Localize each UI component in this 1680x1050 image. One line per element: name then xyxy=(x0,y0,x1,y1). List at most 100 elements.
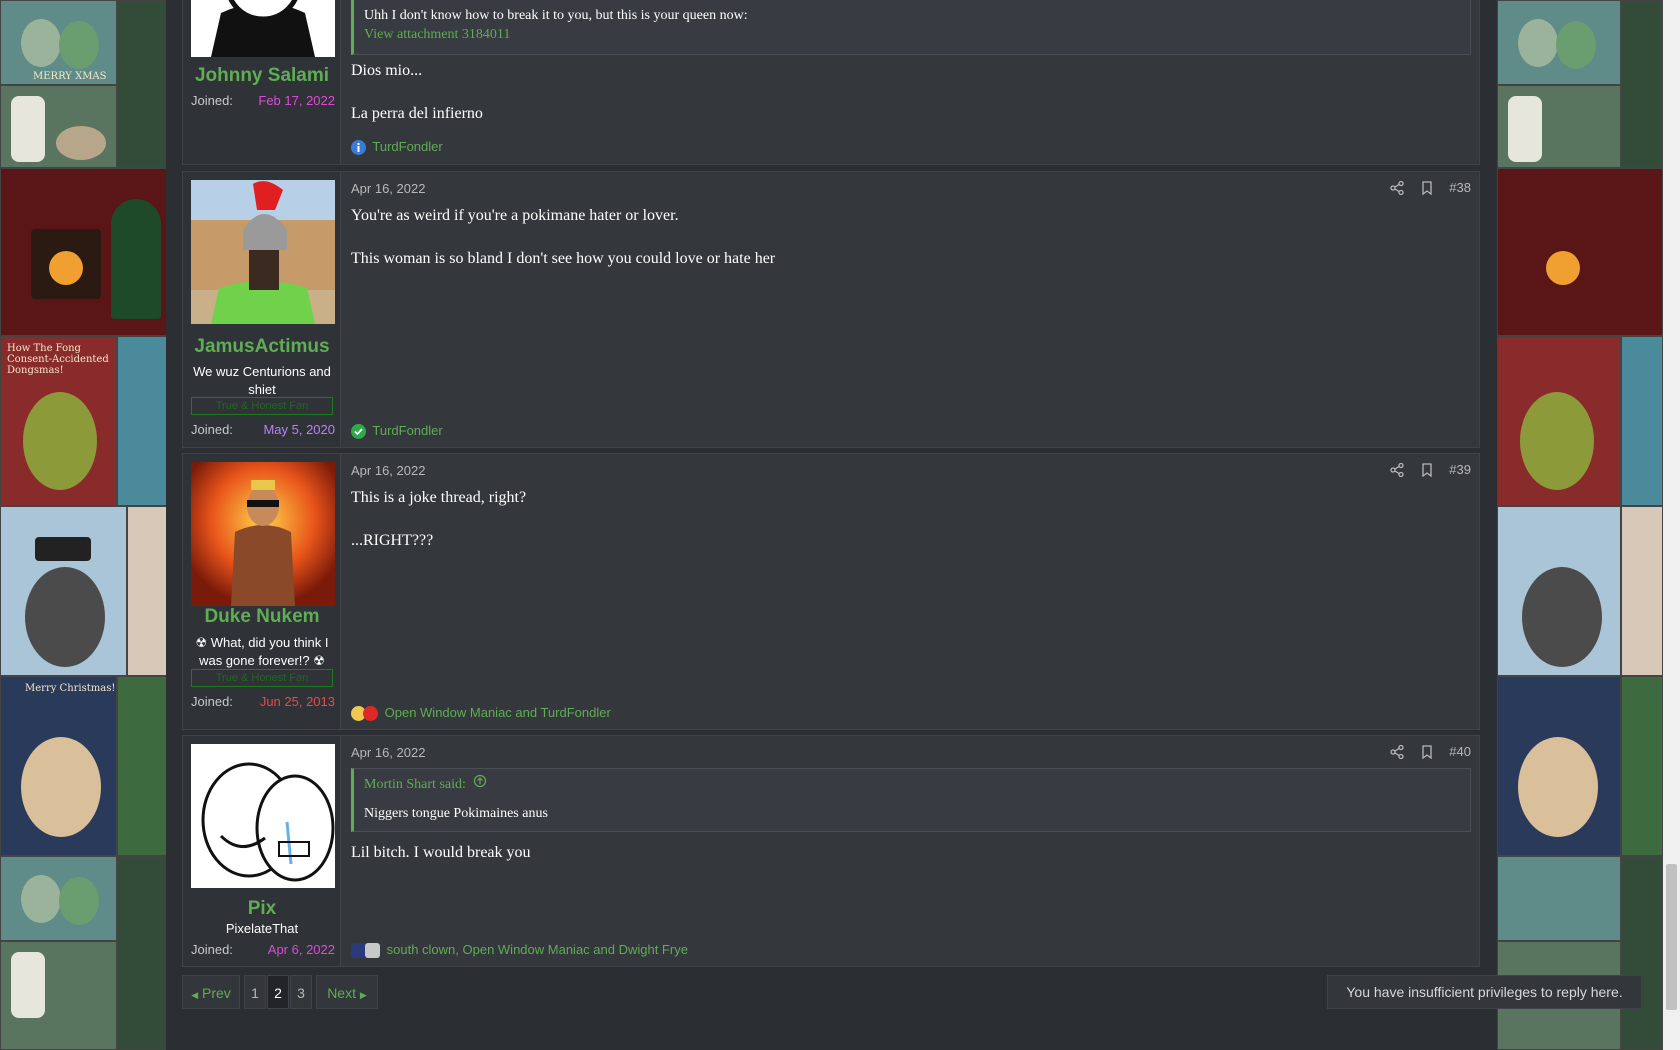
grinch-card-image xyxy=(1497,336,1621,506)
xmas-card-image xyxy=(1621,336,1663,506)
xmas-card-image xyxy=(0,856,117,941)
post-date[interactable]: Apr 16, 2022 xyxy=(351,745,425,760)
joined-label: Joined: xyxy=(191,93,233,108)
xmas-card-image xyxy=(1621,676,1663,856)
fireplace-card-image xyxy=(0,168,170,336)
post-actions: #39 xyxy=(1378,461,1471,477)
user-banner: True & Honest Fan xyxy=(191,669,333,687)
informative-reaction-icon xyxy=(351,140,366,156)
xmas-card-image xyxy=(1497,856,1621,941)
snowman-card-image xyxy=(0,506,127,676)
joined-label: Joined: xyxy=(191,422,233,437)
reaction-users[interactable]: TurdFondler xyxy=(372,139,442,154)
share-icon[interactable] xyxy=(1390,462,1404,477)
post-39: Duke Nukem ☢ What, did you think I was g… xyxy=(182,453,1480,730)
caret-right-icon: ▶ xyxy=(359,990,367,1000)
post-johnny-salami: Johnny Salami Joined: Feb 17, 2022 Uhh I… xyxy=(182,0,1480,165)
xmas-card-image xyxy=(1621,0,1663,168)
page-3[interactable]: 3 xyxy=(290,975,312,1009)
quote-text: Niggers tongue Pokimaines anus xyxy=(364,806,548,821)
snowman-card-image xyxy=(1497,506,1621,676)
fireplace-card-image xyxy=(1497,168,1663,336)
reactions-bar[interactable]: Open Window Maniac and TurdFondler xyxy=(351,705,611,722)
username[interactable]: Pix xyxy=(183,898,341,920)
post-body: This is a joke thread, right? ...RIGHT??… xyxy=(351,488,1469,574)
quote-author[interactable]: Mortin Shart said: xyxy=(364,777,466,792)
avatar[interactable] xyxy=(191,180,335,324)
user-title: ☢ What, did you think I was gone forever… xyxy=(195,635,329,668)
joined-label: Joined: xyxy=(191,694,233,709)
post-actions: #40 xyxy=(1378,743,1471,759)
reaction-users[interactable]: TurdFondler xyxy=(372,423,442,438)
post-number[interactable]: #38 xyxy=(1449,180,1471,195)
quote-text: Uhh I don't know how to break it to you,… xyxy=(364,8,748,23)
scrollbar-thumb[interactable] xyxy=(1666,864,1677,1010)
post-date[interactable]: Apr 16, 2022 xyxy=(351,181,425,196)
share-icon[interactable] xyxy=(1390,744,1404,759)
quote-block: Uhh I don't know how to break it to you,… xyxy=(351,0,1471,55)
share-icon[interactable] xyxy=(1390,180,1404,195)
xmas-card-image xyxy=(117,0,170,168)
xmas-card-image: MERRY XMAS xyxy=(0,0,117,85)
joined-label: Joined: xyxy=(191,942,233,957)
avatar[interactable] xyxy=(191,462,335,606)
reactions-bar[interactable]: TurdFondler xyxy=(351,139,443,156)
username[interactable]: Johnny Salami xyxy=(183,65,341,87)
page-scrollbar[interactable] xyxy=(1663,0,1680,1050)
xmas-card-image: Merry Christmas! xyxy=(0,676,117,856)
user-title: PixelateThat xyxy=(225,921,299,936)
heart-reaction-icon xyxy=(363,706,378,722)
joined-date: Apr 6, 2022 xyxy=(267,942,335,957)
arrow-up-circle-icon[interactable] xyxy=(473,769,487,801)
background-art-left: MERRY XMAS How The Fong Consent-Accident… xyxy=(0,0,170,1050)
xmas-card-image xyxy=(1621,856,1663,1050)
post-actions: #38 xyxy=(1378,179,1471,195)
joined-date: May 5, 2020 xyxy=(263,422,335,437)
milk-card-image xyxy=(0,941,117,1050)
reaction-icon xyxy=(365,943,380,959)
next-page-button[interactable]: Next ▶ xyxy=(316,975,378,1009)
bookmark-icon[interactable] xyxy=(1420,744,1434,759)
reaction-users[interactable]: Open Window Maniac and TurdFondler xyxy=(385,705,611,720)
xmas-card-image xyxy=(1497,0,1621,85)
xmas-card-image xyxy=(1497,676,1621,856)
user-title: We wuz Centurions and shiet xyxy=(193,364,331,397)
post-paragraph: You're as weird if you're a pokimane hat… xyxy=(351,207,679,224)
page-1[interactable]: 1 xyxy=(244,975,266,1009)
reactions-bar[interactable]: south clown, Open Window Maniac and Dwig… xyxy=(351,942,688,959)
xmas-card-image xyxy=(1621,506,1663,676)
background-art-right xyxy=(1497,0,1663,1050)
post-paragraph: Lil bitch. I would break you xyxy=(351,844,531,861)
attachment-link[interactable]: View attachment 3184011 xyxy=(354,26,1470,44)
bookmark-icon[interactable] xyxy=(1420,180,1434,195)
joined-date: Feb 17, 2022 xyxy=(258,93,335,108)
post-paragraph: ...RIGHT??? xyxy=(351,532,434,549)
post-body: Lil bitch. I would break you xyxy=(351,843,1469,886)
caret-left-icon: ◀ xyxy=(191,990,199,1000)
quote-header[interactable]: Mortin Shart said: xyxy=(354,769,1470,801)
reactions-bar[interactable]: TurdFondler xyxy=(351,423,443,440)
username[interactable]: JamusActimus xyxy=(183,336,341,358)
post-paragraph: This woman is so bland I don't see how y… xyxy=(351,250,776,267)
milk-card-image xyxy=(0,85,117,168)
post-38: JamusActimus We wuz Centurions and shiet… xyxy=(182,171,1480,448)
next-label: Next xyxy=(327,985,356,1001)
page-2-current[interactable]: 2 xyxy=(267,975,289,1009)
post-body: You're as weird if you're a pokimane hat… xyxy=(351,206,1469,292)
user-banner: True & Honest Fan xyxy=(191,397,333,415)
username[interactable]: Duke Nukem xyxy=(183,606,341,628)
bookmark-icon[interactable] xyxy=(1420,462,1434,477)
post-40: Pix PixelateThat Joined: Apr 6, 2022 Apr… xyxy=(182,735,1480,967)
post-user-cell: JamusActimus We wuz Centurions and shiet… xyxy=(183,172,341,447)
avatar[interactable] xyxy=(191,744,335,888)
xmas-card-image xyxy=(117,676,170,856)
post-number[interactable]: #39 xyxy=(1449,462,1471,477)
prev-page-button[interactable]: ◀ Prev xyxy=(182,975,240,1009)
post-date[interactable]: Apr 16, 2022 xyxy=(351,463,425,478)
reply-privileges-notice: You have insufficient privileges to repl… xyxy=(1327,975,1642,1009)
reaction-users[interactable]: south clown, Open Window Maniac and Dwig… xyxy=(387,942,688,957)
quote-block: Mortin Shart said: Niggers tongue Pokima… xyxy=(351,768,1471,832)
post-number[interactable]: #40 xyxy=(1449,744,1471,759)
post-paragraph: La perra del infierno xyxy=(351,105,483,122)
avatar[interactable] xyxy=(191,0,335,57)
